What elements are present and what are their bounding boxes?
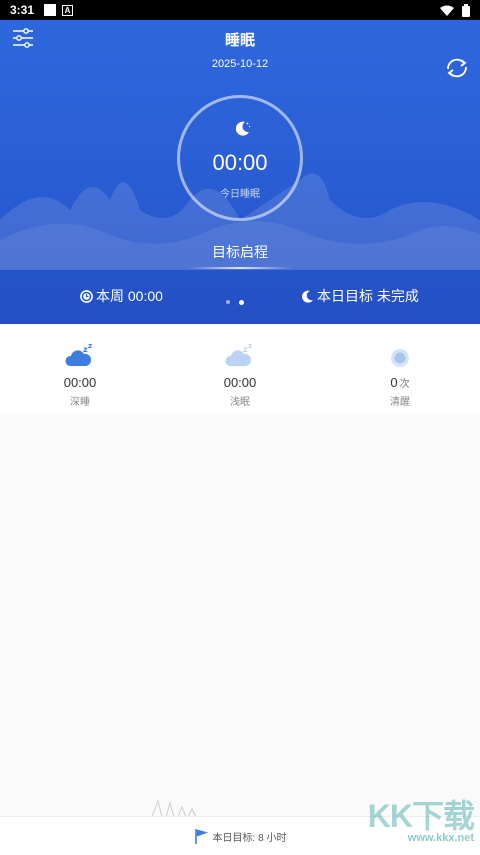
- moon-icon: [235, 121, 251, 136]
- crescent-moon-icon: [302, 290, 313, 303]
- page-dot-active[interactable]: [239, 300, 244, 305]
- page-title: 睡眠: [224, 32, 255, 49]
- watermark: KK下载 www.kkx.net: [367, 798, 475, 844]
- awake-value: 0次: [340, 375, 460, 390]
- wifi-icon: [440, 5, 454, 16]
- awake-eye-icon: [391, 349, 409, 367]
- deep-sleep-label: 深睡: [70, 397, 90, 408]
- week-summary-text: 本周 00:00: [96, 288, 163, 304]
- status-time: 3:31: [10, 3, 35, 17]
- notification-icon: [44, 4, 57, 16]
- page-dot[interactable]: [226, 300, 230, 304]
- clock-icon: [80, 289, 93, 303]
- today-sleep-time: 00:00: [212, 150, 268, 175]
- deep-sleep-cloud-icon: z z: [65, 342, 92, 366]
- light-sleep-stat: z z 00:00 浅眠: [180, 338, 300, 408]
- refresh-icon[interactable]: [444, 56, 470, 80]
- awake-stat: 0次 清醒: [340, 338, 460, 408]
- app-a-icon: A: [62, 4, 74, 16]
- flag-icon: [194, 829, 208, 844]
- start-target-underline: [188, 267, 292, 269]
- awake-count: 0: [390, 375, 398, 390]
- week-summary: 本周 00:00: [80, 286, 163, 306]
- svg-text:z: z: [248, 342, 252, 350]
- date-label[interactable]: 2025-10-12: [0, 58, 480, 70]
- daily-goal-text: 本日目标 未完成: [317, 288, 419, 304]
- light-sleep-value: 00:00: [223, 375, 257, 390]
- start-target-button[interactable]: 目标启程: [0, 242, 480, 262]
- battery-icon: [462, 3, 470, 17]
- deep-sleep-value: 00:00: [63, 375, 97, 390]
- daily-goal-status: 本日目标 未完成: [302, 286, 419, 306]
- today-sleep-label: 今日睡眠: [220, 189, 260, 200]
- svg-text:z: z: [88, 342, 92, 350]
- light-sleep-cloud-icon: z z: [225, 342, 252, 366]
- deep-sleep-stat: z z 00:00 深睡: [20, 338, 140, 408]
- status-bar: 3:31 A: [0, 0, 480, 20]
- light-sleep-label: 浅眠: [230, 397, 250, 408]
- faint-peaks-decoration: [151, 799, 197, 817]
- watermark-logo: KK下载: [367, 798, 475, 834]
- daily-target-text: 本日目标: 8 小时: [212, 832, 287, 844]
- sleep-header: 睡眠 2025-10-12 00:00 今日睡眠 目标启程 本周 00:00 本…: [0, 20, 480, 324]
- awake-unit: 次: [399, 379, 410, 390]
- sleep-stats: z z 00:00 深睡 z z 00:00 浅眠 0次 清醒: [0, 324, 480, 414]
- awake-label: 清醒: [390, 397, 410, 408]
- page-indicator: [226, 300, 244, 305]
- today-sleep-ring: 00:00 今日睡眠: [177, 95, 303, 221]
